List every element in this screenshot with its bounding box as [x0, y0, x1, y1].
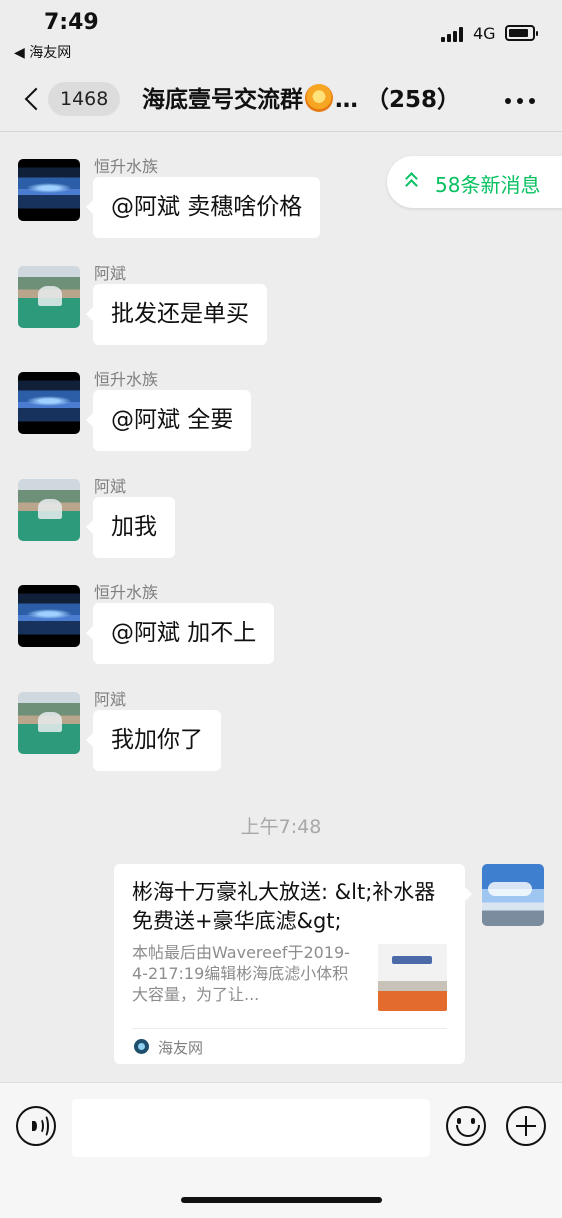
- battery-level: [509, 29, 528, 37]
- message-bubble[interactable]: @阿斌 加不上: [85, 603, 275, 664]
- chat-title[interactable]: 海底壹号交流群 … （258）: [142, 84, 460, 115]
- network-type: 4G: [473, 24, 496, 43]
- battery-icon: [505, 25, 538, 41]
- home-indicator: [181, 1197, 382, 1203]
- emoji-icon[interactable]: [446, 1106, 486, 1146]
- avatar[interactable]: [18, 159, 80, 221]
- chat-title-ellipsis: …: [335, 87, 358, 113]
- avatar[interactable]: [482, 864, 544, 926]
- chat-header: 1468 海底壹号交流群 … （258）: [0, 68, 562, 132]
- member-count: （258）: [366, 87, 461, 113]
- link-card[interactable]: 彬海十万豪礼大放送: &lt;补水器免费送+豪华底滤&gt; 本帖最后由Wave…: [114, 864, 472, 1064]
- link-card-divider: [132, 1028, 447, 1029]
- avatar[interactable]: [18, 585, 80, 647]
- source-logo-icon: [134, 1039, 149, 1054]
- chat-title-text: 海底壹号交流群: [142, 87, 303, 113]
- avatar[interactable]: [18, 266, 80, 328]
- message-bubble[interactable]: @阿斌 卖穗啥价格: [85, 177, 321, 238]
- double-chevron-up-icon: [405, 172, 419, 192]
- unread-count-badge[interactable]: 1468: [48, 82, 121, 116]
- cellular-signal-icon: [441, 26, 465, 42]
- sender-name: 恒升水族: [94, 157, 159, 176]
- sender-name: 阿斌: [94, 690, 127, 709]
- voice-icon[interactable]: [16, 1106, 56, 1146]
- message-bubble[interactable]: @阿斌 全要: [85, 390, 252, 451]
- message-timestamp: 上午7:48: [240, 816, 322, 838]
- back-chevron-icon[interactable]: [22, 84, 46, 116]
- sun-flower-emoji-icon: [305, 84, 333, 112]
- link-card-thumbnail: [378, 944, 447, 1011]
- header-divider: [0, 131, 562, 132]
- back-to-app-link[interactable]: ◀ 海友网: [14, 42, 71, 62]
- status-time: 7:49: [44, 10, 99, 35]
- link-card-title: 彬海十万豪礼大放送: &lt;补水器免费送+豪华底滤&gt;: [132, 880, 436, 933]
- link-card-source: 海友网: [158, 1039, 204, 1057]
- more-options-icon[interactable]: [505, 98, 535, 106]
- message-bubble[interactable]: 我加你了: [86, 710, 221, 771]
- link-card-description: 本帖最后由Wavereef于2019-4-217:19编辑彬海底滤小体积大容量，…: [132, 943, 350, 1004]
- status-bar: 7:49 ◀ 海友网 4G: [0, 0, 562, 68]
- sender-name: 阿斌: [94, 264, 127, 283]
- new-messages-label: 58条新消息: [435, 173, 541, 197]
- sender-name: 阿斌: [94, 477, 127, 496]
- message-input[interactable]: [72, 1099, 430, 1157]
- message-bubble[interactable]: 批发还是单买: [86, 284, 267, 345]
- plus-icon[interactable]: [506, 1106, 546, 1146]
- avatar[interactable]: [18, 372, 80, 434]
- message-bubble[interactable]: 加我: [86, 497, 175, 558]
- sender-name: 恒升水族: [94, 370, 159, 389]
- sender-name: 恒升水族: [94, 583, 159, 602]
- avatar[interactable]: [18, 479, 80, 541]
- avatar[interactable]: [18, 692, 80, 754]
- new-messages-button[interactable]: 58条新消息: [387, 156, 562, 208]
